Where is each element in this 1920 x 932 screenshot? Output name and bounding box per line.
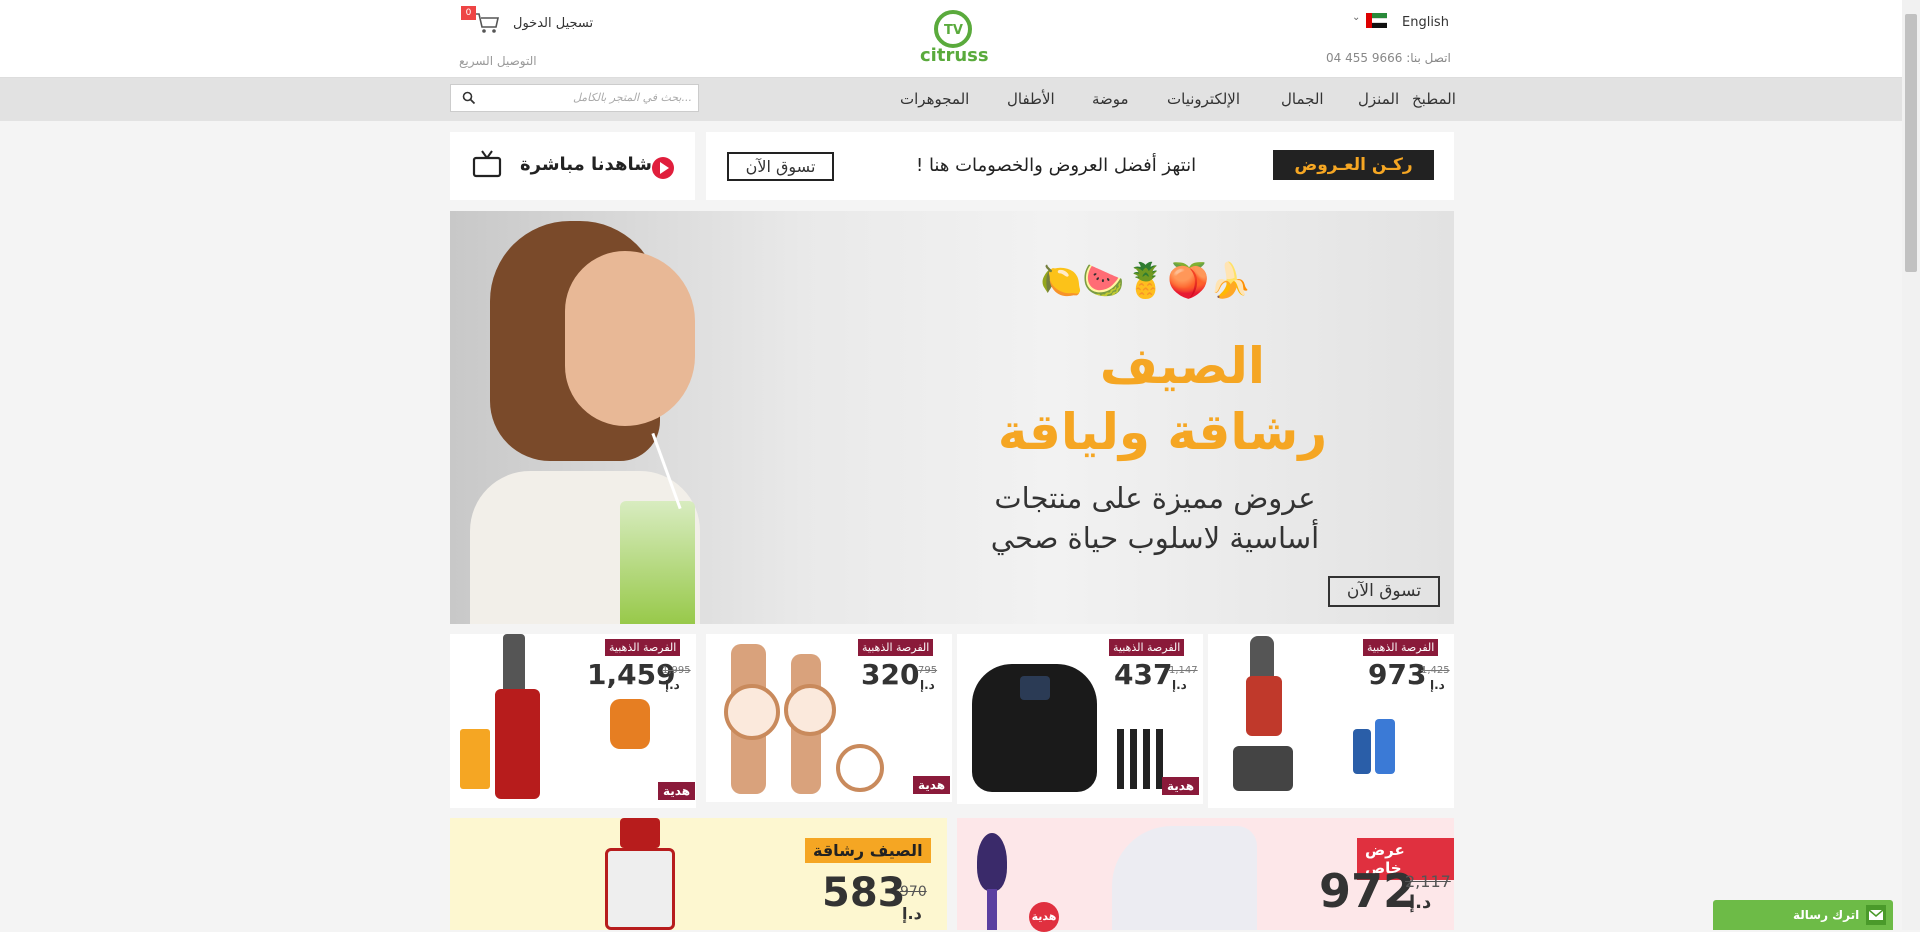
gift-badge: هدية: [658, 782, 696, 800]
chat-label: اترك رسالة: [1793, 908, 1860, 922]
summer-banner[interactable]: الصيف رشاقة 583 970 د.إ: [450, 818, 947, 930]
uae-flag-icon: [1366, 13, 1387, 28]
watch-live-label: شاهدنا مباشرة: [520, 154, 652, 175]
scrollbar-thumb[interactable]: [1905, 14, 1917, 272]
hero-title-line1: الصيف: [1099, 337, 1266, 395]
summer-tag: الصيف رشاقة: [805, 838, 931, 863]
hair-brush-image: [969, 833, 1009, 930]
nav-item-fashion[interactable]: موضة: [1092, 90, 1129, 108]
special-offer-banner[interactable]: عرض خاص 972 2,117 د.إ هدية: [957, 818, 1454, 932]
hero-title-line2: رشاقة ولياقة: [997, 403, 1328, 461]
nav-item-home[interactable]: المنزل: [1358, 90, 1399, 108]
logo-icon[interactable]: TV: [934, 10, 972, 48]
product-card-juicer[interactable]: الفرصة الذهبية 1,459 1,995 د.إ هدية: [450, 634, 696, 808]
summer-price: 583: [822, 870, 906, 916]
chat-widget[interactable]: اترك رسالة: [1713, 900, 1893, 930]
hero-woman-image: [470, 221, 720, 624]
nav-item-kitchen[interactable]: المطبخ: [1412, 90, 1456, 108]
language-label: English: [1402, 15, 1449, 30]
airfryer-image: [972, 664, 1097, 792]
cleaner-bottles-image: [1353, 719, 1398, 779]
product-card-vacuum[interactable]: الفرصة الذهبية 973 1,425 د.إ: [1208, 634, 1454, 808]
hero-banner[interactable]: 🍋🍉🍍🍑🍌 الصيف رشاقة ولياقة عروض مميزة على …: [450, 211, 1454, 624]
deals-text: انتهز أفضل العروض والخصومات هنا !: [916, 155, 1197, 176]
product-price: 437: [1114, 658, 1173, 691]
currency-label: د.إ: [665, 678, 680, 692]
golden-chance-tag: الفرصة الذهبية: [1109, 639, 1185, 656]
product-old-price: 1,425: [1421, 665, 1450, 676]
currency-label: د.إ: [920, 678, 935, 692]
hero-subtitle-line1: عروض مميزة على منتجات: [994, 481, 1316, 515]
product-old-price: 1,147: [1169, 665, 1198, 676]
vacuum-image: [1228, 636, 1298, 801]
gift-badge: هدية: [1162, 777, 1200, 795]
deals-banner[interactable]: ركـن العـروض انتهز أفضل العروض والخصومات…: [706, 132, 1454, 200]
product-price: 320: [861, 658, 920, 691]
nav-item-beauty[interactable]: الجمال: [1281, 90, 1324, 108]
golden-chance-tag: الفرصة الذهبية: [605, 639, 681, 656]
summer-currency: د.إ: [902, 904, 922, 923]
hero-subtitle-line2: أساسية لاسلوب حياة صحي: [990, 521, 1320, 555]
summer-old-price: 970: [900, 884, 927, 900]
product-old-price: 795: [918, 665, 938, 676]
logo-text[interactable]: citruss: [920, 45, 989, 66]
nav-item-jewelry[interactable]: المجوهرات: [900, 90, 969, 108]
cart-count-badge: 0: [461, 6, 476, 20]
main-nav: المطبخ المنزل الجمال الإلكترونيات موضة ا…: [0, 78, 1902, 121]
currency-label: د.إ: [1430, 678, 1445, 692]
offer-old-price: 2,117: [1405, 872, 1451, 891]
slow-juicer-image: [595, 818, 685, 930]
language-switch[interactable]: English: [1402, 15, 1449, 30]
tv-icon: [472, 149, 502, 183]
product-price: 973: [1368, 658, 1427, 691]
epilator-image: [1112, 826, 1257, 930]
deals-shop-now-button[interactable]: تسوق الآن: [727, 152, 834, 181]
gift-badge: هدية: [913, 776, 951, 794]
nav-item-electronics[interactable]: الإلكترونيات: [1167, 90, 1240, 108]
fruits-icon: 🍋🍉🍍🍑🍌: [1040, 261, 1252, 301]
offer-gift-badge: هدية: [1029, 902, 1059, 932]
currency-label: د.إ: [1172, 678, 1187, 692]
play-icon: [652, 157, 674, 179]
phone-number: اتصل بنا: 9666 455 04: [1326, 51, 1451, 65]
header: English ⌄ اتصل بنا: 9666 455 04 TV citru…: [0, 0, 1902, 78]
nav-item-kids[interactable]: الأطفال: [1007, 90, 1055, 108]
search-box[interactable]: بحث في المتجر بالكامل...: [450, 84, 699, 112]
search-input[interactable]: بحث في المتجر بالكامل...: [573, 91, 692, 104]
offer-price: 972: [1319, 864, 1416, 918]
cart-icon[interactable]: [474, 12, 500, 34]
search-icon[interactable]: [462, 90, 476, 109]
mail-icon: [1866, 905, 1886, 925]
offer-currency: د.إ: [1409, 892, 1432, 913]
golden-chance-tag: الفرصة الذهبية: [858, 639, 934, 656]
product-card-watches[interactable]: الفرصة الذهبية 320 795 د.إ هدية: [706, 634, 952, 802]
product-old-price: 1,995: [662, 665, 691, 676]
deals-badge: ركـن العـروض: [1273, 150, 1434, 180]
golden-chance-tag: الفرصة الذهبية: [1363, 639, 1439, 656]
product-card-airfryer[interactable]: الفرصة الذهبية 437 1,147 د.إ هدية: [957, 634, 1203, 804]
chevron-down-icon[interactable]: ⌄: [1352, 12, 1360, 23]
hero-shop-now-button[interactable]: تسوق الآن: [1328, 576, 1440, 607]
watch-live-box[interactable]: شاهدنا مباشرة: [450, 132, 695, 200]
fast-delivery-link[interactable]: التوصيل السريع: [459, 54, 537, 68]
login-link[interactable]: تسجيل الدخول: [513, 16, 593, 31]
